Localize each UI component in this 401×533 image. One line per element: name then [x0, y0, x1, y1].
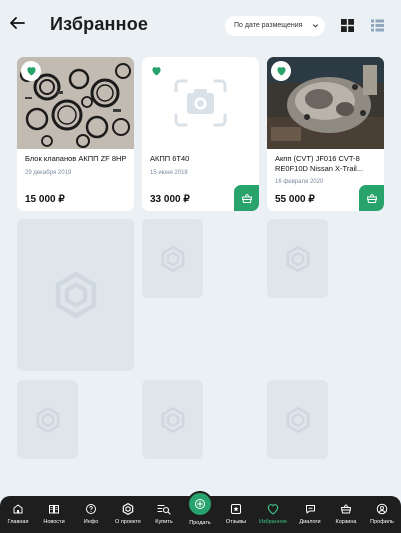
nav-item-label: О проекте — [115, 519, 141, 525]
basket-icon — [241, 193, 252, 203]
favorite-toggle[interactable] — [271, 61, 291, 81]
nav-item-dialogs[interactable]: Диалоги — [296, 496, 324, 533]
product-price: 55 000 ₽ — [275, 194, 315, 205]
search-list-icon — [157, 504, 171, 515]
product-price: 15 000 ₽ — [25, 194, 65, 205]
loading-placeholder — [267, 380, 328, 459]
sell-button[interactable] — [187, 491, 213, 517]
product-card[interactable]: Акпп (CVT) JF016 CVT-8 RE0F10D Nissan X-… — [267, 57, 384, 211]
add-to-cart-button[interactable] — [359, 185, 384, 211]
add-to-cart-button[interactable] — [234, 185, 259, 211]
favorite-toggle[interactable] — [146, 61, 166, 81]
logo-placeholder-icon — [55, 272, 96, 318]
logo-placeholder-icon — [161, 406, 184, 433]
product-name: Блок клапанов АКПП ZF 8HP — [25, 154, 127, 163]
nav-item-buy[interactable]: Купить — [150, 496, 178, 533]
logo-placeholder-icon — [286, 245, 309, 272]
nav-item-favorites[interactable]: Избранное — [256, 496, 290, 533]
nav-item-label: Корзина — [335, 519, 357, 525]
favorite-toggle[interactable] — [21, 61, 41, 81]
info-icon — [86, 504, 96, 514]
nav-item-profile[interactable]: Профиль — [368, 496, 396, 533]
home-icon — [13, 504, 23, 514]
nav-item-label: Отзывы — [225, 519, 247, 525]
header: Избранное По дате размещения — [0, 0, 401, 50]
list-view-icon[interactable] — [371, 19, 384, 32]
back-arrow-icon[interactable] — [8, 14, 26, 32]
sell-button-label: Продать — [189, 520, 211, 526]
product-card[interactable]: АКПП 6T40 15 июня 2018 33 000 ₽ — [142, 57, 259, 211]
loading-placeholder — [142, 219, 203, 298]
product-card[interactable]: Блок клапанов АКПП ZF 8HP 29 декабря 201… — [17, 57, 134, 211]
basket-icon — [341, 504, 351, 514]
product-date: 16 февраля 2020 — [275, 179, 324, 185]
chat-icon — [305, 505, 315, 514]
nav-item-label: Инфо — [83, 519, 99, 525]
heart-filled-icon — [276, 67, 286, 76]
nav-item-label: Избранное — [259, 519, 287, 525]
product-name: Акпп (CVT) JF016 CVT-8 RE0F10D Nissan X-… — [275, 154, 364, 173]
heart-filled-icon — [151, 67, 161, 76]
logo-placeholder-icon — [36, 406, 59, 433]
product-date: 15 июня 2018 — [150, 170, 188, 176]
user-icon — [376, 503, 388, 515]
grid-view-icon[interactable] — [341, 19, 354, 32]
star-icon — [231, 504, 241, 514]
gear-logo-icon — [122, 503, 134, 515]
basket-icon — [366, 193, 377, 203]
loading-placeholder — [17, 380, 78, 459]
nav-item-label: Профиль — [370, 519, 394, 525]
nav-item-label: Главная — [7, 519, 29, 525]
nav-item-label: Диалоги — [299, 519, 321, 525]
chevron-down-icon — [312, 24, 319, 28]
nav-item-news[interactable]: Новости — [40, 496, 68, 533]
sort-dropdown-label: По дате размещения — [234, 22, 303, 29]
nav-item-label: Купить — [155, 519, 173, 525]
product-price: 33 000 ₽ — [150, 194, 190, 205]
nav-item-label: Новости — [43, 519, 65, 525]
nav-item-info[interactable]: Инфо — [77, 496, 105, 533]
loading-placeholder — [142, 380, 203, 459]
nav-item-cart[interactable]: Корзина — [332, 496, 360, 533]
loading-placeholder — [267, 219, 328, 298]
newspaper-icon — [49, 505, 59, 514]
nav-item-reviews[interactable]: Отзывы — [222, 496, 250, 533]
plus-icon — [195, 499, 205, 509]
logo-placeholder-icon — [161, 245, 184, 272]
nav-item-about[interactable]: О проекте — [111, 496, 145, 533]
heart-icon — [267, 504, 279, 515]
product-name: АКПП 6T40 — [150, 154, 190, 163]
page-title: Избранное — [50, 14, 149, 34]
nav-item-home[interactable]: Главная — [4, 496, 32, 533]
loading-placeholder — [17, 219, 134, 371]
product-date: 29 декабря 2019 — [25, 170, 72, 176]
heart-filled-icon — [26, 67, 36, 76]
sort-dropdown[interactable]: По дате размещения — [225, 16, 325, 36]
logo-placeholder-icon — [286, 406, 309, 433]
